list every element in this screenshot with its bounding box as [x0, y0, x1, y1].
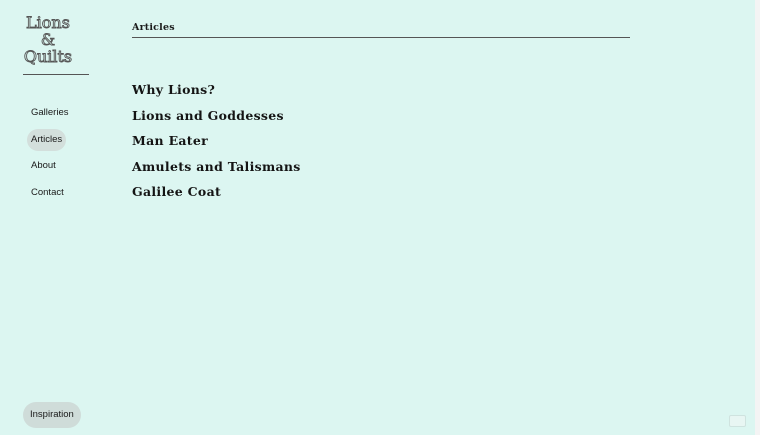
article-list: Why Lions? Lions and Goddesses Man Eater… — [132, 80, 532, 208]
sidebar-item-galleries[interactable]: Galleries — [27, 102, 73, 124]
page: Lions & Quilts Galleries Articles About … — [0, 0, 755, 435]
article-link-why-lions[interactable]: Why Lions? — [132, 80, 532, 106]
sidebar-nav: Galleries Articles About Contact — [27, 102, 117, 208]
scrollbar-track[interactable] — [755, 0, 760, 435]
sidebar-item-contact[interactable]: Contact — [27, 182, 68, 204]
article-link-lions-and-goddesses[interactable]: Lions and Goddesses — [132, 106, 532, 132]
site-logo[interactable]: Lions & Quilts — [18, 13, 78, 66]
logo-line-1: Lions — [26, 13, 71, 32]
corner-badge[interactable] — [729, 415, 746, 427]
article-link-galilee-coat[interactable]: Galilee Coat — [132, 182, 532, 208]
page-title: Articles — [132, 22, 175, 33]
inspiration-button[interactable]: Inspiration — [23, 402, 81, 428]
logo-line-2: & — [40, 30, 56, 49]
article-link-man-eater[interactable]: Man Eater — [132, 131, 532, 157]
sidebar-item-about[interactable]: About — [27, 155, 60, 177]
logo-line-3: Quilts — [23, 47, 73, 66]
sidebar-item-articles[interactable]: Articles — [27, 128, 67, 151]
article-link-amulets-and-talismans[interactable]: Amulets and Talismans — [132, 157, 532, 183]
logo-divider — [23, 74, 89, 75]
title-divider — [132, 37, 630, 38]
